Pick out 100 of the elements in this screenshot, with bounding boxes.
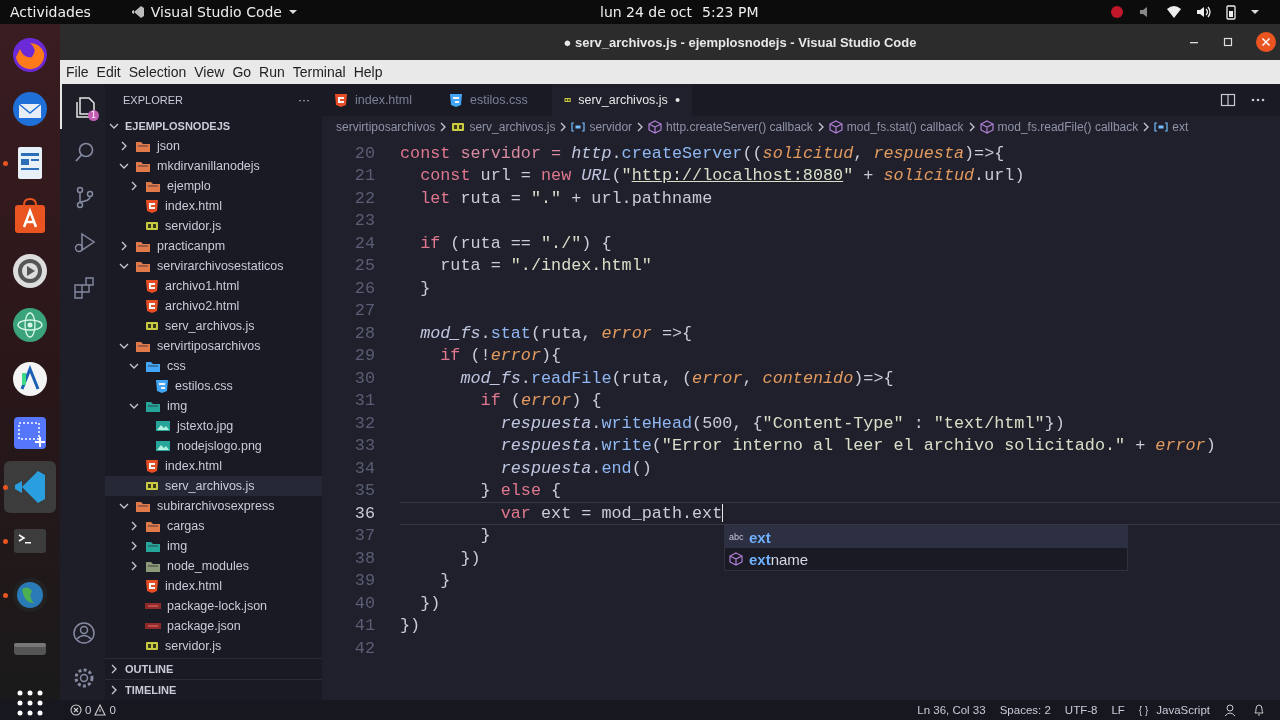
js-file-icon <box>451 121 466 133</box>
tree-item[interactable]: archivo2.html <box>105 296 322 316</box>
maximize-icon[interactable] <box>1222 36 1234 48</box>
menu-item[interactable]: Help <box>349 64 387 80</box>
breadcrumb-item[interactable]: mod_fs.stat() callback <box>828 120 964 134</box>
language-mode-button[interactable]: { } JavaScript <box>1138 704 1210 716</box>
tree-item[interactable]: servirarchivosestaticos <box>105 256 322 276</box>
tree-item[interactable]: package-lock.json <box>105 596 322 616</box>
tree-item[interactable]: nodejslogo.png <box>105 436 322 456</box>
menu-item[interactable]: Edit <box>92 64 125 80</box>
tree-item[interactable]: serv_archivos.js <box>105 476 322 496</box>
editor-icon <box>130 5 145 19</box>
status-item[interactable]: LF <box>1111 704 1125 716</box>
more-actions-button[interactable]: ··· <box>298 93 310 107</box>
tree-item[interactable]: package.json <box>105 616 322 636</box>
date-text: lun 24 de oct <box>600 4 693 20</box>
suggestion-item[interactable]: extname <box>725 548 1127 570</box>
tree-item[interactable]: mkdirvanillanodejs <box>105 156 322 176</box>
line-number: 28 <box>353 323 375 343</box>
tree-item[interactable]: index.html <box>105 456 322 476</box>
wifi-icon[interactable] <box>1166 5 1182 19</box>
tree-item[interactable]: css <box>105 356 322 376</box>
extensions-icon[interactable] <box>71 274 96 299</box>
menu-item[interactable]: Go <box>228 64 256 80</box>
breadcrumb-item[interactable]: ext <box>1154 120 1189 134</box>
section-header[interactable]: OUTLINE <box>105 658 322 679</box>
breadcrumb-item[interactable]: http.createServer() callback <box>648 120 813 134</box>
breadcrumb-item[interactable]: servidor <box>571 120 633 134</box>
menu-item[interactable]: File <box>62 64 93 80</box>
code-line: if (!error){ <box>439 346 562 366</box>
line-number: 24 <box>353 233 375 253</box>
feedback-icon[interactable] <box>1224 703 1238 717</box>
braces-icon: { } <box>1138 704 1149 716</box>
code-editor-icon[interactable] <box>4 461 56 513</box>
status-item[interactable]: Spaces: 2 <box>999 704 1051 716</box>
explorer-title: EXPLORER <box>123 94 183 106</box>
menu-item[interactable]: View <box>190 64 229 80</box>
tree-item[interactable]: servidor.js <box>105 636 322 656</box>
close-icon[interactable] <box>1256 32 1276 52</box>
chevron-right-icon <box>109 663 119 675</box>
line-number: 22 <box>353 188 375 208</box>
line-number: 27 <box>353 301 375 321</box>
tree-item[interactable]: servirtiposarchivos <box>105 336 322 356</box>
split-editor-icon[interactable] <box>1220 92 1236 108</box>
volume-icon[interactable] <box>1196 5 1212 19</box>
suggestion-item[interactable]: abc ext <box>725 526 1127 548</box>
problems-button[interactable]: 0 0 <box>70 704 116 716</box>
power-caret-icon[interactable] <box>1250 8 1260 16</box>
editor-tab[interactable]: index.html <box>322 84 437 116</box>
cube-icon <box>729 552 743 566</box>
warning-icon <box>94 704 107 716</box>
status-item[interactable]: UTF-8 <box>1064 704 1098 716</box>
tree-item[interactable]: cargas <box>105 516 322 536</box>
tree-item[interactable]: jstexto.jpg <box>105 416 322 436</box>
code-line: }) <box>400 616 421 636</box>
workspace-name: EJEMPLOSNODEJS <box>125 120 231 132</box>
image-file-icon <box>155 439 171 453</box>
line-number: 32 <box>353 413 375 433</box>
code-line: } else { <box>479 481 562 501</box>
menu-item[interactable]: Terminal <box>288 64 350 80</box>
editor-tab[interactable]: estilos.css <box>437 84 552 116</box>
time-text: 5:23 PM <box>702 4 759 20</box>
line-number: 34 <box>353 458 375 478</box>
editor-tab[interactable]: serv_archivos.js <box>552 84 692 116</box>
tree-item[interactable]: practicanpm <box>105 236 322 256</box>
tree-item[interactable]: json <box>105 136 322 156</box>
breadcrumb-item[interactable]: mod_fs.readFile() callback <box>979 120 1139 134</box>
breadcrumb-item[interactable]: servirtiposarchivos <box>336 120 436 134</box>
tree-item[interactable]: estilos.css <box>105 376 322 396</box>
line-number: 40 <box>353 593 375 613</box>
tree-item[interactable]: img <box>105 536 322 556</box>
tree-item[interactable]: index.html <box>105 576 322 596</box>
activities-button[interactable]: Actividades <box>10 4 91 20</box>
breadcrumb-item[interactable]: serv_archivos.js <box>451 120 556 134</box>
variable-icon <box>571 121 586 133</box>
code-line: mod_fs.readFile(ruta, (error, contenido)=>{ <box>459 368 894 388</box>
bell-icon[interactable] <box>1252 703 1266 717</box>
clock-button[interactable]: lun 24 de oct 5:23 PM <box>600 4 759 20</box>
tree-item[interactable]: archivo1.html <box>105 276 322 296</box>
line-number: 23 <box>353 211 375 231</box>
record-icon[interactable] <box>1110 5 1124 19</box>
status-item[interactable]: Ln 36, Col 33 <box>917 704 986 716</box>
tree-item[interactable]: index.html <box>105 196 322 216</box>
tree-item[interactable]: ejemplo <box>105 176 322 196</box>
account-icon[interactable] <box>71 620 96 645</box>
tree-item[interactable]: servidor.js <box>105 216 322 236</box>
code-line: ruta = "./index.html" <box>439 256 652 276</box>
tree-item[interactable]: node_modules <box>105 556 322 576</box>
tree-item[interactable]: subirarchivosexpress <box>105 496 322 516</box>
code-line: } <box>439 571 451 591</box>
menu-item[interactable]: Run <box>255 64 289 80</box>
tree-item[interactable]: img <box>105 396 322 416</box>
battery-icon[interactable] <box>1226 4 1236 20</box>
tree-item[interactable]: serv_archivos.js <box>105 316 322 336</box>
warning-count: 0 <box>109 704 116 716</box>
section-title: OUTLINE <box>125 663 174 675</box>
code-line: }) <box>419 593 441 613</box>
app-menu[interactable]: Visual Studio Code <box>130 4 298 20</box>
workspace-header[interactable]: EJEMPLOSNODEJS <box>105 116 322 136</box>
menu-item[interactable]: Selection <box>124 64 191 80</box>
